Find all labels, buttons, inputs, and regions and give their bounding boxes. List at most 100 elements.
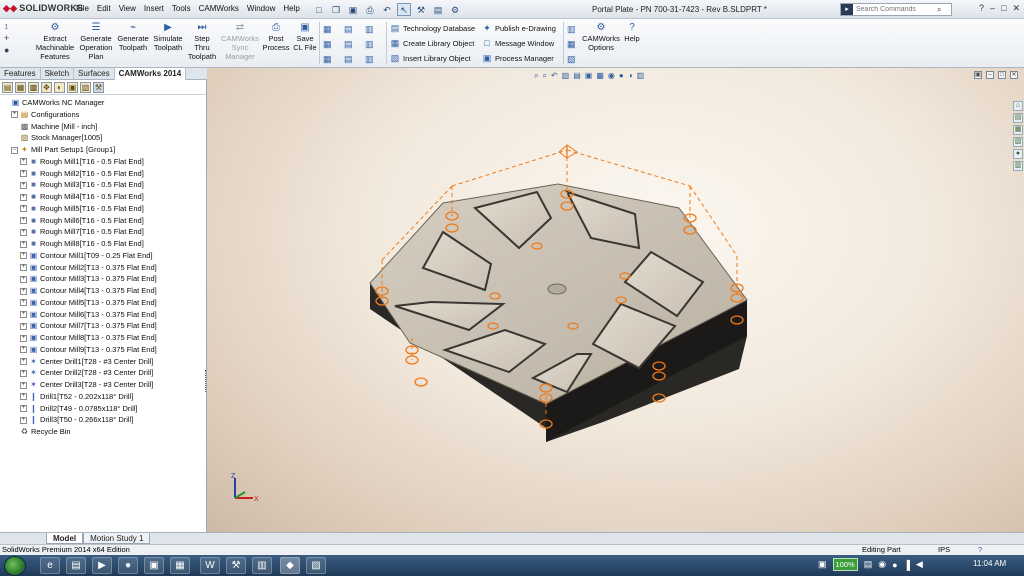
expand-icon[interactable]: + [20,393,27,401]
save-icon[interactable]: ▣ [346,3,360,16]
tool-icon-7[interactable]: ▦ [323,54,332,65]
restore-icon[interactable]: □ [1001,3,1006,14]
process-manager-button[interactable]: ▣ Process Manager [482,53,554,64]
create-library-object-button[interactable]: ▦ Create Library Object [390,38,475,49]
tree-node[interactable]: + ■ Rough Mill1[T16 - 0.5 Flat End] [0,156,206,168]
tree-node[interactable]: + ■ Rough Mill2[T16 - 0.5 Flat End] [0,168,206,180]
expand-icon[interactable]: + [20,381,27,389]
expand-icon[interactable]: + [20,205,27,213]
expand-icon[interactable]: + [20,287,27,295]
word-icon[interactable]: W [200,557,220,574]
select-cursor-icon[interactable]: ↖ [397,3,411,16]
expand-icon[interactable]: + [20,181,27,189]
portal-plate-model[interactable] [207,68,1024,532]
camworks-sync-manager-button[interactable]: ⇄ CAMWorks Sync Manager [220,22,260,61]
tree-node[interactable]: + ▣ Contour Mill1[T09 - 0.25 Flat End] [0,250,206,262]
configuration-manager-icon[interactable]: ▩ [28,82,39,93]
tree-node[interactable]: + ■ Rough Mill7[T16 - 0.5 Flat End] [0,226,206,238]
expand-icon[interactable]: + [20,346,27,354]
minimize-icon[interactable]: ‒ [990,3,995,14]
insert-library-object-button[interactable]: ▧ Insert Library Object [390,53,471,64]
tree-node[interactable]: + ▣ Contour Mill2[T13 - 0.375 Flat End] [0,262,206,274]
tool-app-icon[interactable]: ⚒ [226,557,246,574]
tree-node[interactable]: + ❙ Drill3[T50 - 0.266x118° Drill] [0,414,206,426]
solidworks-logo[interactable]: ◆◆ SOLIDWORKS [3,3,83,14]
camworks-operation-tree-icon[interactable]: ▧ [80,82,91,93]
camworks-options-button[interactable]: ⚙ CAMWorks Options [580,22,622,52]
tray-icon-3[interactable]: ● [892,560,897,570]
camworks-task-icon[interactable]: ▧ [306,557,326,574]
property-manager-icon[interactable]: ▦ [15,82,26,93]
clock[interactable]: 11:04 AM [973,559,1006,568]
tool-icon-8[interactable]: ▤ [344,54,353,65]
expand-icon[interactable]: + [20,416,27,424]
menu-window[interactable]: Window [247,4,275,13]
publish-edrawing-button[interactable]: ✦ Publish e-Drawing [482,23,556,34]
pdf-reader-icon[interactable]: ▣ [144,557,164,574]
tool-icon-5[interactable]: ▤ [344,39,353,50]
tree-node[interactable]: ▣ CAMWorks NC Manager [0,97,206,109]
menu-file[interactable]: File [76,4,89,13]
menu-view[interactable]: View [119,4,136,13]
expand-icon[interactable]: + [20,170,27,178]
expand-icon[interactable]: + [20,193,27,201]
file-app-icon[interactable]: ▥ [252,557,272,574]
tool-icon-9[interactable]: ▥ [365,54,374,65]
plus-icon[interactable]: + [4,33,9,43]
tree-node[interactable]: + ■ Rough Mill6[T16 - 0.5 Flat End] [0,215,206,227]
tray-icon-1[interactable]: ▤ [864,559,873,570]
tree-node[interactable]: + ▣ Contour Mill5[T13 - 0.375 Flat End] [0,297,206,309]
tree-node[interactable]: + ▣ Contour Mill6[T13 - 0.375 Flat End] [0,309,206,321]
start-button[interactable] [4,556,26,576]
graphics-viewport[interactable]: ⌕ ⌕ ↶ ▧ ▤ ▣ ▦ ◉ ● ◑ ▥ ▣ ‒ □ ✕ ⌂ ▤ ▦ ▧ ● … [207,68,1024,532]
expand-icon[interactable]: + [20,369,27,377]
close-icon[interactable]: ✕ [1012,3,1020,14]
tool-icon-6[interactable]: ▥ [365,39,374,50]
expand-icon[interactable]: + [20,228,27,236]
expand-icon[interactable]: + [20,158,27,166]
generate-operation-plan-button[interactable]: ☰ Generate Operation Plan [79,22,113,61]
expand-icon[interactable]: + [20,322,27,330]
undo-icon[interactable]: ↶ [380,3,394,16]
tab-sketch[interactable]: Sketch [41,68,75,80]
help-icon[interactable]: ? [978,545,982,555]
volume-icon[interactable]: ◀ [916,559,923,570]
expand-icon[interactable]: + [20,299,27,307]
tree-node[interactable]: − ✦ Mill Part Setup1 [Group1] [0,144,206,156]
media-player-icon[interactable]: ▶ [92,557,112,574]
tree-node[interactable]: + ❙ Drill1[T52 - 0.202x118° Drill] [0,391,206,403]
camworks-tools-tree-icon[interactable]: ⚒ [93,82,104,93]
tree-node[interactable]: + ▣ Contour Mill4[T13 - 0.375 Flat End] [0,285,206,297]
message-window-button[interactable]: □ Message Window [482,38,554,48]
tree-node[interactable]: + ▣ Contour Mill3[T13 - 0.375 Flat End] [0,273,206,285]
new-document-icon[interactable]: □ [312,3,326,16]
display-manager-icon[interactable]: ◐ [54,82,65,93]
toolbar-icon-a[interactable]: ▥ [567,24,576,35]
tree-node[interactable]: + ■ Rough Mill8[T16 - 0.5 Flat End] [0,238,206,250]
menu-tools[interactable]: Tools [172,4,191,13]
tool-icon-1[interactable]: ▦ [323,24,332,35]
tree-node[interactable]: + ▣ Contour Mill8[T13 - 0.375 Flat End] [0,332,206,344]
tab-surfaces[interactable]: Surfaces [74,68,115,80]
tree-node[interactable]: + ✶ Center Drill3[T28 - #3 Center Drill] [0,379,206,391]
help-button[interactable]: ? Help [622,22,642,43]
globe-icon[interactable]: ● [4,45,9,55]
tree-node[interactable]: ▨ Stock Manager[1005] [0,132,206,144]
post-process-button[interactable]: ⎙ Post Process [262,22,290,52]
step-thru-toolpath-button[interactable]: ⏭ Step Thru Toolpath [186,22,218,61]
menu-insert[interactable]: Insert [144,4,164,13]
tree-node[interactable]: + ✶ Center Drill1[T28 - #3 Center Drill] [0,356,206,368]
technology-database-button[interactable]: ▤ Technology Database [390,23,475,34]
tree-node[interactable]: + ✶ Center Drill2[T28 - #3 Center Drill] [0,367,206,379]
camworks-feature-tree-icon[interactable]: ▣ [67,82,78,93]
save-cl-file-button[interactable]: ▣ Save CL File [291,22,319,52]
expand-icon[interactable]: + [20,275,27,283]
extract-machinable-features-button[interactable]: ⚙ Extract Machinable Features [33,22,77,61]
tree-node[interactable]: + ▣ Contour Mill9[T13 - 0.375 Flat End] [0,344,206,356]
expand-icon[interactable]: + [20,252,27,260]
print-icon[interactable]: ⎙ [363,3,377,16]
tab-features[interactable]: Features [0,68,41,80]
tool-icon-3[interactable]: ▥ [365,24,374,35]
tool-icon-2[interactable]: ▤ [344,24,353,35]
options-gear-icon[interactable]: ⚙ [448,3,462,16]
